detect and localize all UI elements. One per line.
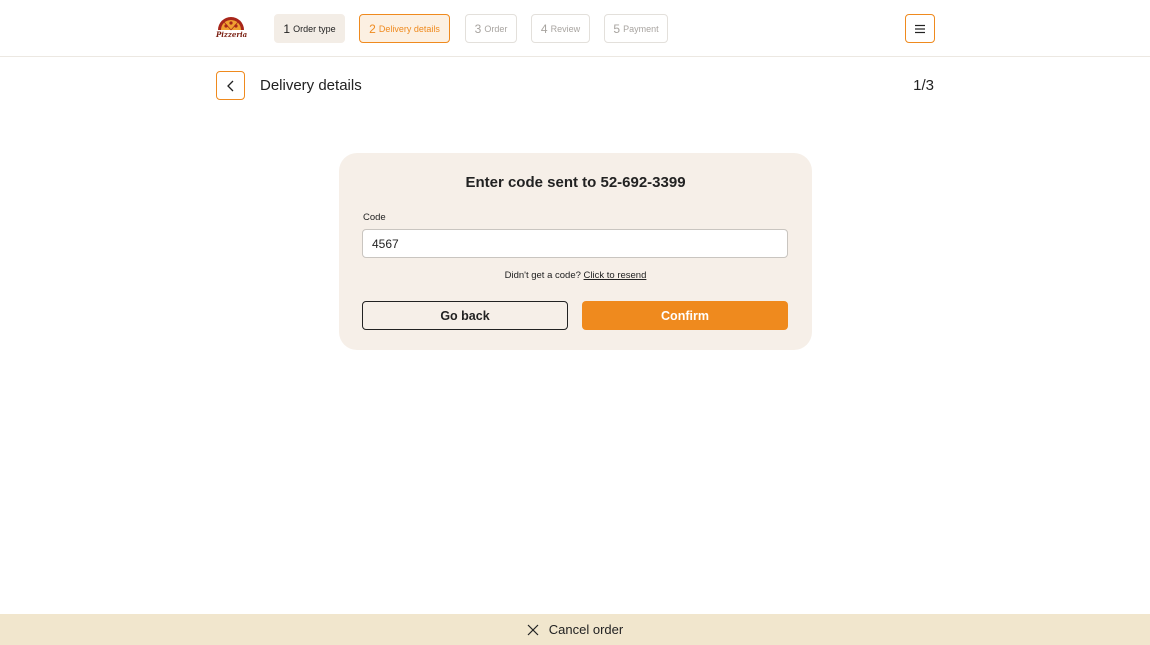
cancel-order-label: Cancel order [548,622,624,637]
step-number: 2 [369,21,376,36]
confirm-button[interactable]: Confirm [582,301,788,330]
cancel-order-button[interactable]: Cancel order [0,614,1150,645]
step-delivery-details[interactable]: 2 Delivery details [359,14,450,43]
verification-title: Enter code sent to 52-692-3399 [465,174,686,191]
step-number: 3 [474,21,482,36]
step-number: 5 [613,21,621,36]
resend-link[interactable]: Click to resend [584,270,647,281]
verification-card: Enter code sent to 52-692-3399 Code Didn… [339,153,812,350]
go-back-button[interactable]: Go back [362,301,568,330]
back-button[interactable] [216,71,245,100]
chevron-left-icon [226,80,233,91]
step-label: Delivery details [378,23,440,34]
resend-text: Didn't get a code? [504,270,581,281]
step-number: 1 [283,21,291,36]
resend-row: Didn't get a code? Click to resend [339,270,812,281]
step-label: Payment [623,23,659,34]
top-navigation: Pizzeria 1 Order type 2 Delivery details… [0,0,1150,57]
step-label: Order type [293,23,336,34]
page-title: Delivery details [260,77,362,94]
step-label: Order [484,23,508,34]
step-order[interactable]: 3 Order [465,14,517,43]
step-label: Review [550,23,581,34]
code-input[interactable] [362,229,788,258]
pizzeria-logo[interactable]: Pizzeria [216,14,248,42]
step-order-type[interactable]: 1 Order type [274,14,345,43]
logo-text: Pizzeria [216,30,248,39]
code-label: Code [363,212,386,223]
close-icon [527,624,539,636]
hamburger-icon [915,24,925,33]
step-review[interactable]: 4 Review [531,14,590,43]
menu-button[interactable] [905,14,935,43]
step-counter: 1/3 [913,77,934,94]
step-number: 4 [540,21,548,36]
step-payment[interactable]: 5 Payment [604,14,668,43]
